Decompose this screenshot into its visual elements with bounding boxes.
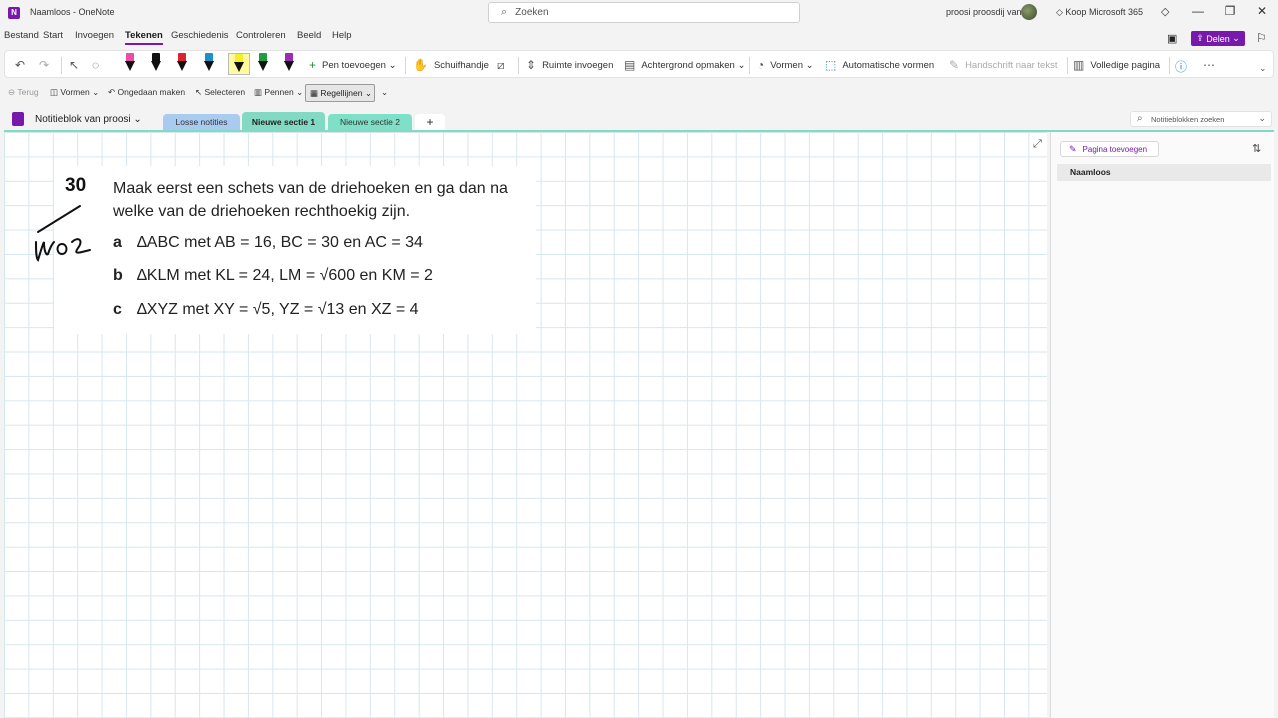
pen-pink[interactable] (123, 53, 137, 75)
user-name[interactable]: proosi proosdij van (946, 7, 1022, 17)
pens-dropdown[interactable]: ▥ Pennen ⌄ (254, 87, 303, 98)
ruled-lines-dropdown[interactable]: ▦ Regellijnen ⌄ (305, 84, 375, 102)
back-button[interactable]: ⊖ Terug (8, 87, 39, 98)
add-section-button[interactable]: + (415, 114, 445, 130)
sort-icon[interactable]: ⇅ (1252, 142, 1261, 155)
help-icon[interactable]: ⓘ (1175, 58, 1193, 75)
window-title: Naamloos - OneNote (30, 7, 115, 17)
format-background-button[interactable]: ▤ Achtergrond opmaken ⌄ (624, 58, 745, 72)
handwritten-ink-annotation[interactable] (30, 198, 100, 268)
menu-help[interactable]: Help (332, 30, 352, 41)
add-page-button[interactable]: ✎ Pagina toevoegen (1060, 141, 1159, 157)
buy-microsoft-365-button[interactable]: ◇ Koop Microsoft 365 (1056, 7, 1143, 18)
restore-button[interactable]: ❐ (1220, 4, 1240, 18)
section-tab-nieuwe-sectie-1[interactable]: Nieuwe sectie 1 (242, 112, 325, 132)
menu-beeld[interactable]: Beeld (297, 30, 321, 41)
exercise-question: Maak eerst een schets van de driehoeken … (113, 180, 508, 220)
shapes-dropdown[interactable]: ◫ Vormen ⌄ (50, 87, 99, 98)
lasso-icon[interactable]: ◌ (92, 58, 105, 72)
exercise-item-b: b ∆KLM met KL = 24, LM = √600 en KM = 2 (113, 267, 433, 284)
onenote-icon: N (8, 7, 20, 19)
menu-start[interactable]: Start (43, 30, 63, 41)
pen-red[interactable] (175, 53, 189, 75)
notebook-search-input[interactable]: ⌕ Notitieblokken zoeken ⌄ (1130, 111, 1272, 127)
menu-invoegen[interactable]: Invoegen (75, 30, 114, 41)
shapes-button[interactable]: ◔ Vormen ⌄ (757, 58, 814, 72)
exercise-number: 30 (65, 175, 87, 196)
collapse-ribbon-icon[interactable]: ⌄ (1259, 63, 1273, 74)
full-page-button[interactable]: ▥ Volledige pagina (1073, 58, 1160, 72)
undo-button[interactable]: ↶ Ongedaan maken (108, 87, 185, 98)
search-placeholder: Zoeken (515, 7, 549, 18)
chevron-down-icon: ⌄ (1258, 113, 1266, 123)
menu-tekenen[interactable]: Tekenen (125, 30, 163, 45)
insert-space-button[interactable]: ⇕ Ruimte invoegen (526, 58, 613, 72)
auto-shapes-button[interactable]: ⬚ Automatische vormen (825, 58, 934, 72)
menu-controleren[interactable]: Controleren (236, 30, 286, 41)
pen-green[interactable] (256, 53, 270, 75)
minimize-button[interactable]: — (1188, 4, 1208, 18)
expand-icon[interactable]: ⤢ (1033, 138, 1042, 151)
hand-tool-button[interactable]: ✋ Schuifhandje (413, 58, 489, 72)
select-pointer-icon[interactable]: ↖ (69, 58, 85, 72)
ruler-icon[interactable]: ⧄ (497, 58, 511, 73)
more-options-icon[interactable]: ⋯ (1203, 58, 1221, 72)
menu-geschiedenis[interactable]: Geschiedenis (171, 30, 229, 41)
select-button[interactable]: ↖ Selecteren (195, 87, 245, 98)
search-icon: ⌕ (1137, 113, 1143, 124)
exercise-item-a: a ∆ABC met AB = 16, BC = 30 en AC = 34 (113, 234, 423, 251)
premium-diamond-icon[interactable]: ◇ (1161, 5, 1169, 18)
quick-toolbar: ⊖ Terug ◫ Vormen ⌄ ↶ Ongedaan maken ↖ Se… (0, 84, 1278, 102)
share-button[interactable]: ⇪ Delen ⌄ (1191, 31, 1245, 46)
highlighter-yellow[interactable] (228, 53, 250, 75)
exercise-item-c: c ∆XYZ met XY = √5, YZ = √13 en XZ = 4 (113, 301, 419, 318)
menu-bestand[interactable]: Bestand (4, 30, 39, 41)
pen-purple[interactable] (282, 53, 296, 75)
section-tab-losse-notities[interactable]: Losse notities (163, 114, 240, 130)
close-button[interactable]: ✕ (1252, 4, 1272, 18)
redo-icon[interactable]: ↷ (39, 58, 55, 72)
page-list-pane (1050, 132, 1274, 718)
add-pen-button[interactable]: + Pen toevoegen ⌄ (309, 58, 397, 72)
notebook-icon (12, 112, 24, 126)
pen-black[interactable] (149, 53, 163, 75)
section-tab-nieuwe-sectie-2[interactable]: Nieuwe sectie 2 (328, 114, 412, 130)
notebook-title[interactable]: Notitieblok van proosi ⌄ (35, 114, 142, 125)
page-item-naamloos[interactable]: Naamloos (1057, 164, 1271, 181)
title-bar: N Naamloos - OneNote ⌕ Zoeken proosi pro… (0, 0, 1278, 26)
add-page-icon: ✎ (1069, 143, 1077, 154)
feedback-icon[interactable]: ⚐ (1256, 31, 1267, 45)
search-icon: ⌕ (501, 6, 508, 18)
customize-toolbar-icon[interactable]: ⌄ (381, 87, 388, 98)
draw-ribbon: ↶ ↷ ↖ ◌ + Pen toevoegen ⌄ ✋ Schuifhandje ⧄… (4, 50, 1274, 78)
ink-to-text-button[interactable]: ✎ Handschrift naar tekst (949, 58, 1057, 72)
notebook-bar: Notitieblok van proosi ⌄ Losse notities … (0, 108, 1278, 132)
avatar[interactable] (1021, 4, 1037, 20)
search-input[interactable]: ⌕ Zoeken (488, 2, 800, 23)
pen-blue[interactable] (202, 53, 216, 75)
notebook-view-icon[interactable]: ▣ (1167, 32, 1177, 45)
undo-icon[interactable]: ↶ (15, 58, 31, 72)
